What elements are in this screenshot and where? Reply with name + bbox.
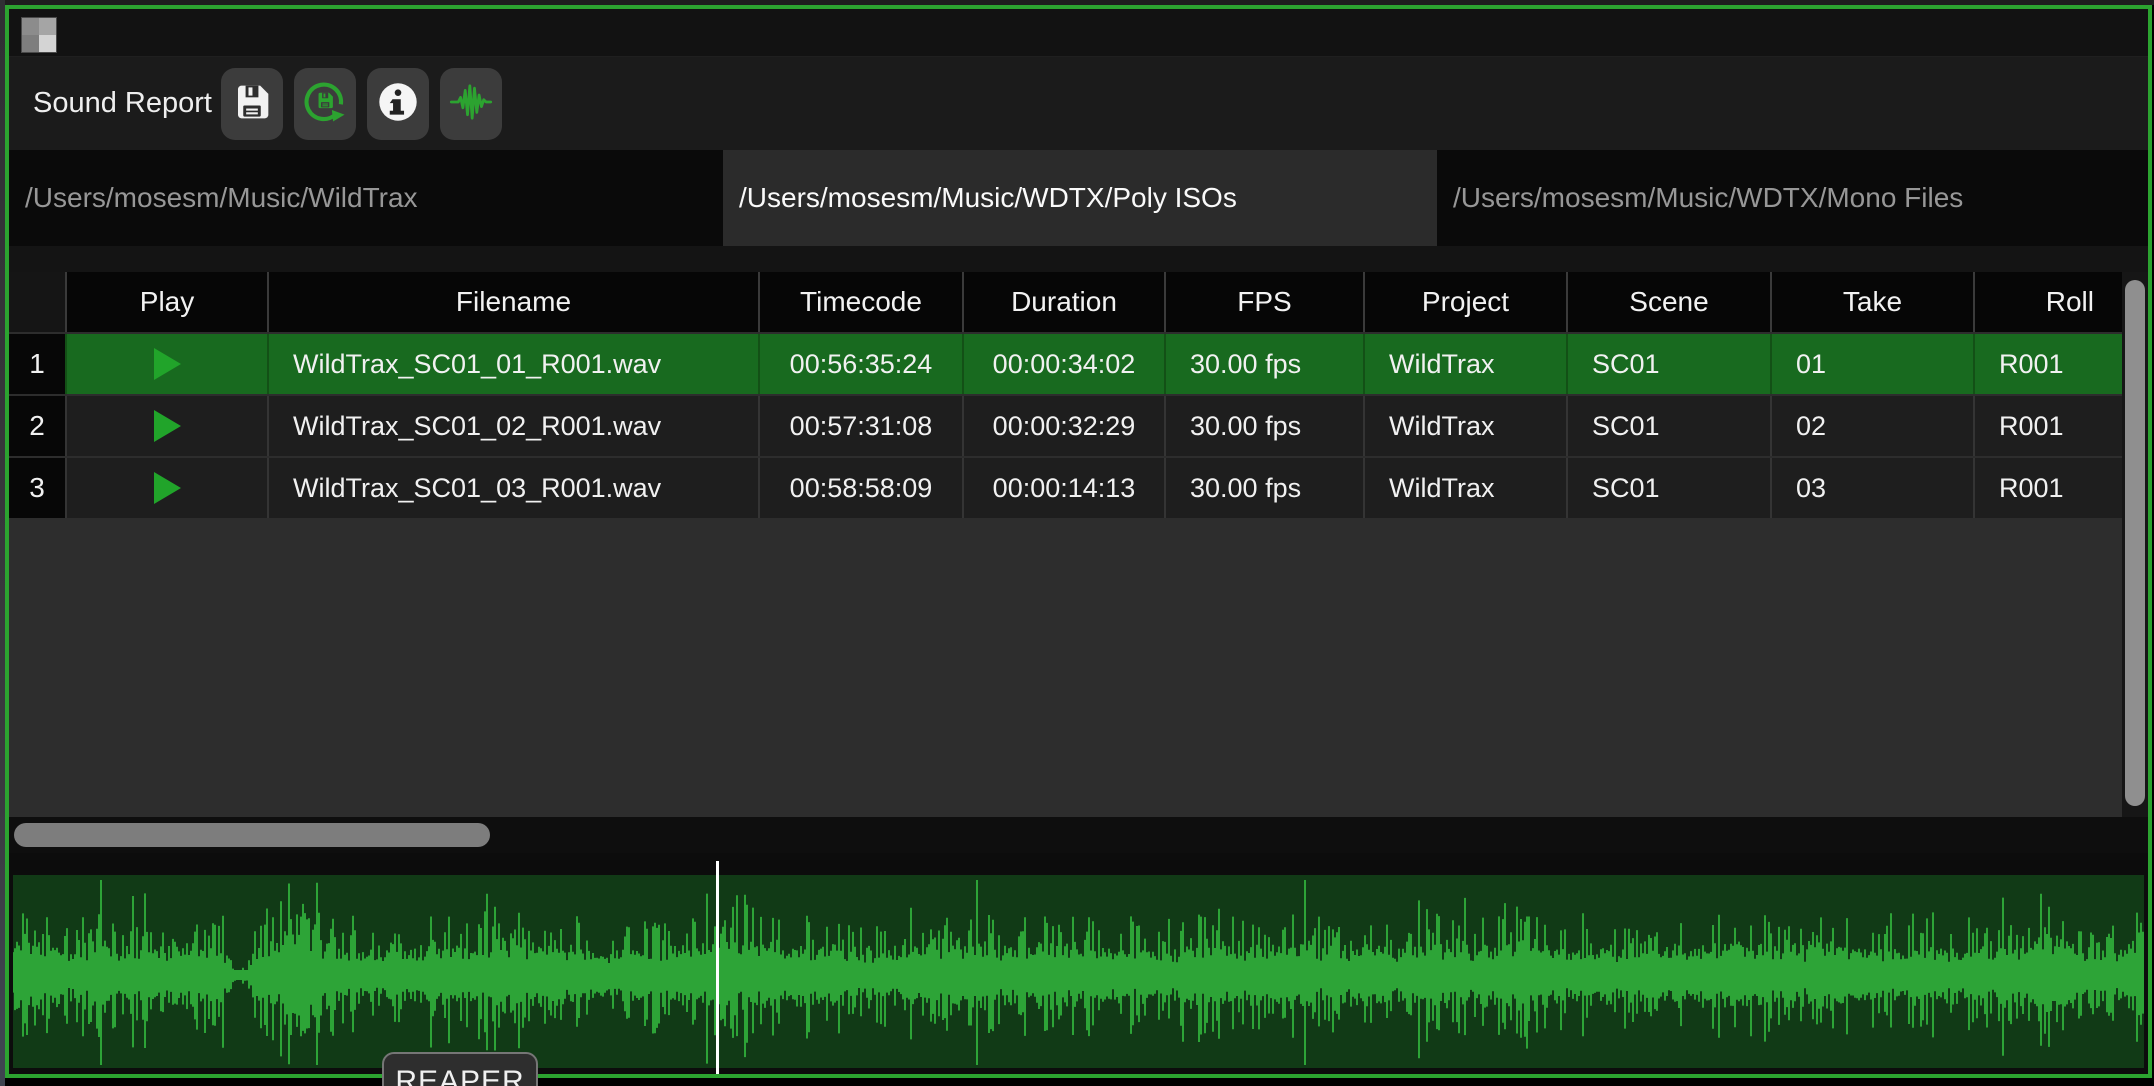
header-roll[interactable]: Roll — [1973, 272, 2122, 332]
playhead-cursor[interactable] — [716, 861, 719, 1074]
cell-scene[interactable]: SC01 — [1566, 458, 1770, 518]
table-row[interactable]: 3 WildTrax_SC01_03_R001.wav 00:58:58:09 … — [9, 458, 2122, 518]
toolbar-buttons — [221, 68, 502, 140]
vertical-scrollbar[interactable] — [2122, 272, 2148, 817]
cell-filename[interactable]: WildTrax_SC01_02_R001.wav — [267, 396, 758, 456]
header-scene[interactable]: Scene — [1566, 272, 1770, 332]
auto-save-button[interactable] — [294, 68, 356, 140]
play-button[interactable] — [154, 472, 181, 504]
cell-duration[interactable]: 00:00:14:13 — [962, 458, 1164, 518]
tab-path-mono-files[interactable]: /Users/mosesm/Music/WDTX/Mono Files — [1437, 150, 2148, 246]
floppy-disk-circular-arrow-icon — [302, 79, 348, 128]
play-icon — [154, 348, 181, 380]
cell-fps[interactable]: 30.00 fps — [1164, 334, 1363, 394]
header-filename[interactable]: Filename — [267, 272, 758, 332]
header-take[interactable]: Take — [1770, 272, 1973, 332]
header-play[interactable]: Play — [65, 272, 267, 332]
toolbar: Sound Report — [9, 57, 2148, 150]
cell-filename[interactable]: WildTrax_SC01_03_R001.wav — [267, 458, 758, 518]
header-fps[interactable]: FPS — [1164, 272, 1363, 332]
cell-fps[interactable]: 30.00 fps — [1164, 396, 1363, 456]
header-corner-cell — [9, 272, 65, 332]
table-top-gap — [9, 246, 2148, 272]
cell-take[interactable]: 03 — [1770, 458, 1973, 518]
cell-take[interactable]: 01 — [1770, 334, 1973, 394]
tab-path-poly-isos[interactable]: /Users/mosesm/Music/WDTX/Poly ISOs — [723, 150, 1437, 246]
reaper-badge-label: REAPER — [395, 1065, 524, 1086]
waveform-panel — [9, 853, 2148, 1074]
cell-timecode[interactable]: 00:57:31:08 — [758, 396, 962, 456]
cell-filename[interactable]: WildTrax_SC01_01_R001.wav — [267, 334, 758, 394]
header-duration[interactable]: Duration — [962, 272, 1164, 332]
floppy-disk-icon — [231, 81, 273, 126]
play-icon — [154, 472, 181, 504]
tab-path-wildtrax[interactable]: /Users/mosesm/Music/WildTrax — [9, 150, 723, 246]
play-icon — [154, 410, 181, 442]
cell-scene[interactable]: SC01 — [1566, 334, 1770, 394]
cell-timecode[interactable]: 00:58:58:09 — [758, 458, 962, 518]
path-tabs: /Users/mosesm/Music/WildTrax /Users/mose… — [9, 150, 2148, 246]
waveform-toggle-button[interactable] — [440, 68, 502, 140]
cell-timecode[interactable]: 00:56:35:24 — [758, 334, 962, 394]
row-number: 2 — [9, 396, 65, 456]
horizontal-scrollbar[interactable] — [9, 817, 2148, 853]
cell-duration[interactable]: 00:00:32:29 — [962, 396, 1164, 456]
cell-project[interactable]: WildTrax — [1363, 396, 1566, 456]
header-project[interactable]: Project — [1363, 272, 1566, 332]
cell-duration[interactable]: 00:00:34:02 — [962, 334, 1164, 394]
file-table: Play Filename Timecode Duration FPS Proj… — [9, 272, 2148, 817]
cell-project[interactable]: WildTrax — [1363, 458, 1566, 518]
cell-scene[interactable]: SC01 — [1566, 396, 1770, 456]
info-circle-icon — [376, 80, 420, 127]
cell-roll[interactable]: R001 — [1973, 334, 2122, 394]
play-button[interactable] — [154, 348, 181, 380]
play-button[interactable] — [154, 410, 181, 442]
window-menu-icon[interactable] — [21, 17, 57, 53]
save-report-button[interactable] — [221, 68, 283, 140]
table-row[interactable]: 1 WildTrax_SC01_01_R001.wav 00:56:35:24 … — [9, 334, 2122, 394]
audio-waveform-icon — [449, 80, 493, 127]
info-button[interactable] — [367, 68, 429, 140]
cell-fps[interactable]: 30.00 fps — [1164, 458, 1363, 518]
screen: Sound Report — [0, 0, 2154, 1086]
cell-project[interactable]: WildTrax — [1363, 334, 1566, 394]
table-header-row: Play Filename Timecode Duration FPS Proj… — [9, 272, 2122, 332]
sound-report-window: Sound Report — [5, 5, 2152, 1078]
header-timecode[interactable]: Timecode — [758, 272, 962, 332]
cell-take[interactable]: 02 — [1770, 396, 1973, 456]
horizontal-scrollbar-thumb[interactable] — [14, 823, 490, 847]
row-number: 3 — [9, 458, 65, 518]
titlebar — [9, 9, 2148, 57]
app-title: Sound Report — [33, 87, 205, 120]
vertical-scrollbar-thumb[interactable] — [2125, 280, 2145, 806]
reaper-dock-badge[interactable]: REAPER — [382, 1052, 538, 1086]
waveform-display[interactable] — [13, 875, 2144, 1068]
table-row[interactable]: 2 WildTrax_SC01_02_R001.wav 00:57:31:08 … — [9, 396, 2122, 456]
cell-roll[interactable]: R001 — [1973, 458, 2122, 518]
row-number: 1 — [9, 334, 65, 394]
cell-roll[interactable]: R001 — [1973, 396, 2122, 456]
